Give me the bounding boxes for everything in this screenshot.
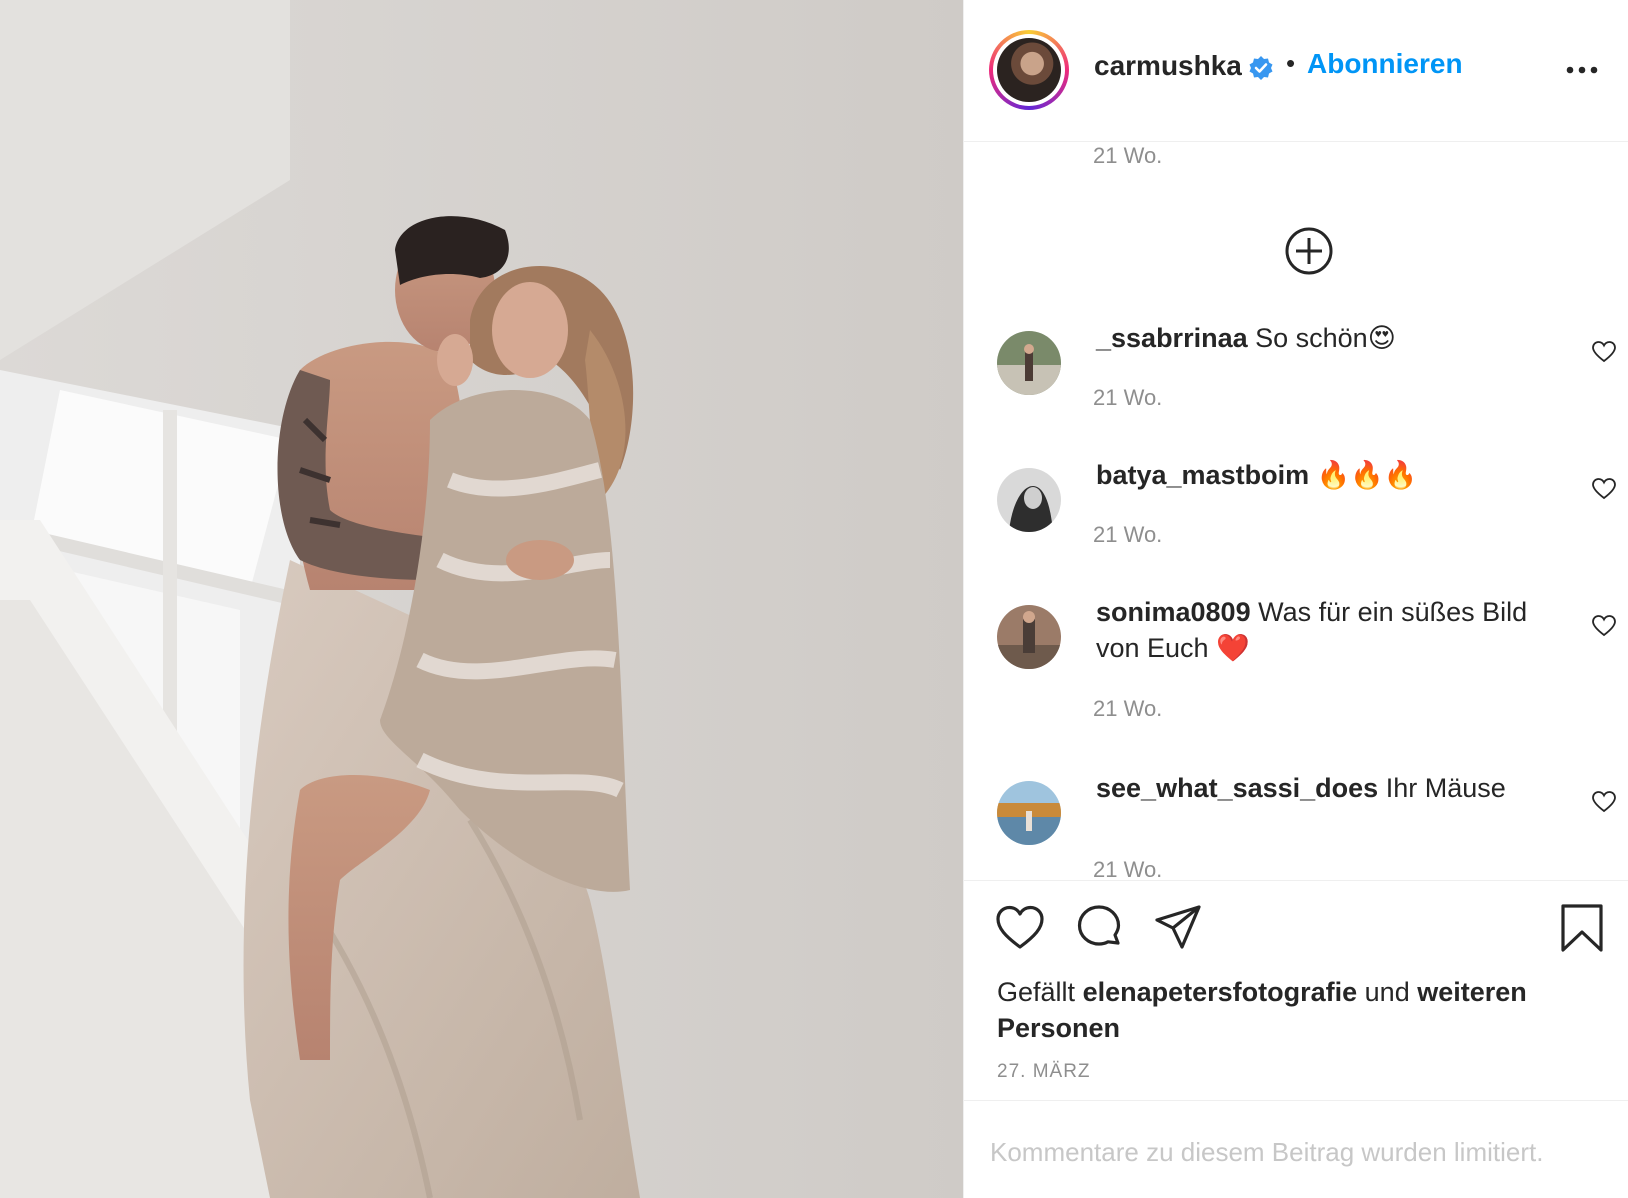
comment-timestamp: 21 Wo. <box>1093 385 1163 410</box>
comment-timestamp: 21 Wo. <box>1093 857 1163 879</box>
comment-text: sonima0809 Was für ein süßes Bild von Eu… <box>1096 594 1536 666</box>
post-side-panel: carmushka • Abonnieren 21 Wo. _ssabrrina… <box>963 0 1628 1198</box>
post-date[interactable]: 27. MÄRZ <box>997 1061 1091 1083</box>
post-header: carmushka • Abonnieren <box>964 0 1628 142</box>
comments-list[interactable]: 21 Wo. _ssabrrinaa So schön😍 21 Wo. baty… <box>964 143 1628 879</box>
comment-avatar-image <box>997 331 1061 395</box>
comment-footer: Kommentare zu diesem Beitrag wurden limi… <box>964 1100 1628 1198</box>
more-options-icon[interactable] <box>1564 60 1600 80</box>
comment-body: 🔥🔥🔥 <box>1316 460 1418 490</box>
header-separator: • <box>1286 48 1296 78</box>
comment-avatar-image <box>997 605 1061 669</box>
comment-avatar[interactable] <box>997 331 1061 395</box>
comment-avatar[interactable] <box>997 605 1061 669</box>
comments-limited-notice: Kommentare zu diesem Beitrag wurden limi… <box>990 1137 1544 1167</box>
comment-timestamp: 21 Wo. <box>1093 696 1163 721</box>
comment-avatar[interactable] <box>997 781 1061 845</box>
share-icon[interactable] <box>1153 903 1203 953</box>
likes-summary: Gefällt elenapetersfotografie und weiter… <box>997 974 1597 1046</box>
author-avatar-image <box>997 38 1061 102</box>
likes-user-link[interactable]: elenapetersfotografie <box>1083 977 1358 1007</box>
comment-text: batya_mastboim 🔥🔥🔥 <box>1096 457 1536 493</box>
bookmark-icon[interactable] <box>1557 903 1607 953</box>
heart-icon[interactable] <box>995 903 1045 953</box>
comment-avatar-image <box>997 781 1061 845</box>
author-username[interactable]: carmushka <box>1094 50 1242 82</box>
comment-username[interactable]: batya_mastboim <box>1096 460 1309 490</box>
comment-avatar-image <box>997 468 1061 532</box>
comment-icon[interactable] <box>1074 903 1124 953</box>
comment-like-icon[interactable] <box>1591 790 1617 814</box>
comment-like-icon[interactable] <box>1591 614 1617 638</box>
comment-timestamp: 21 Wo. <box>1093 522 1163 547</box>
likes-and: und <box>1364 977 1410 1007</box>
post-photo-illustration <box>0 0 963 1198</box>
plus-circle-icon[interactable] <box>1284 226 1334 276</box>
comment-body: Ihr Mäuse <box>1385 773 1506 803</box>
comment-like-icon[interactable] <box>1591 477 1617 501</box>
comment-text: see_what_sassi_does Ihr Mäuse <box>1096 770 1536 806</box>
post-photo[interactable] <box>0 0 963 1198</box>
author-avatar[interactable] <box>989 30 1069 110</box>
comment-body: So schön😍 <box>1255 323 1396 353</box>
comment-timestamp: 21 Wo. <box>1093 143 1163 168</box>
comment-username[interactable]: _ssabrrinaa <box>1096 323 1248 353</box>
comment-like-icon[interactable] <box>1591 340 1617 364</box>
author-avatar-frame <box>993 34 1065 106</box>
comment-avatar[interactable] <box>997 468 1061 532</box>
likes-prefix: Gefällt <box>997 977 1076 1007</box>
follow-button[interactable]: Abonnieren <box>1307 48 1463 80</box>
comment-username[interactable]: see_what_sassi_does <box>1096 773 1378 803</box>
post-actions: Gefällt elenapetersfotografie und weiter… <box>964 880 1628 1100</box>
comment-text: _ssabrrinaa So schön😍 <box>1096 320 1536 356</box>
verified-badge-icon <box>1249 56 1273 80</box>
comment-username[interactable]: sonima0809 <box>1096 597 1251 627</box>
